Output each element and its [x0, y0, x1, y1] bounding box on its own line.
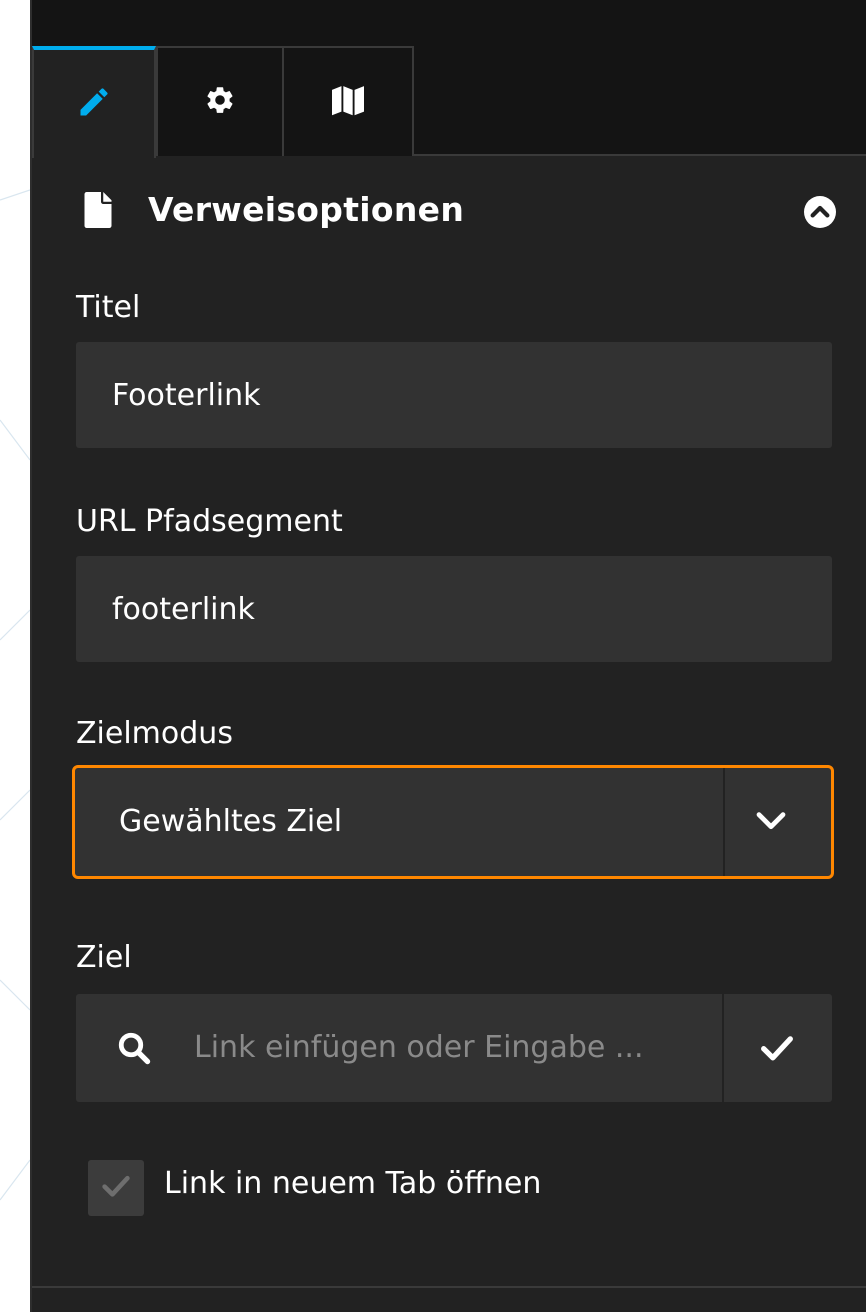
map-icon: [330, 84, 366, 120]
inspector-panel: Verweisoptionen Titel Footerlink URL Pfa…: [30, 0, 866, 1312]
tab-settings[interactable]: [156, 46, 284, 156]
panel-bottom-divider: [32, 1286, 866, 1288]
tab-bar-baseline: [414, 154, 866, 156]
section-header[interactable]: Verweisoptionen: [32, 172, 866, 258]
tab-map[interactable]: [282, 46, 414, 156]
checkmark-icon: [101, 1174, 131, 1202]
search-icon: [116, 1030, 152, 1070]
target-label: Ziel: [76, 940, 132, 975]
title-label: Titel: [76, 290, 141, 325]
target-mode-select[interactable]: Gewähltes Ziel: [72, 765, 834, 879]
tab-edit[interactable]: [32, 46, 156, 158]
chevron-up-circle-icon[interactable]: [804, 196, 836, 232]
tab-bar: [32, 0, 866, 158]
select-divider: [723, 768, 725, 876]
url-segment-input[interactable]: footerlink: [76, 556, 832, 662]
target-mode-label: Zielmodus: [76, 716, 233, 751]
section-title: Verweisoptionen: [148, 190, 465, 229]
pencil-icon: [76, 84, 112, 124]
title-input[interactable]: Footerlink: [76, 342, 832, 448]
url-segment-label: URL Pfadsegment: [76, 504, 343, 539]
check-icon[interactable]: [760, 1034, 794, 1066]
file-icon: [84, 192, 112, 232]
gear-icon: [204, 84, 236, 120]
background-decoration: [0, 189, 30, 1201]
chevron-down-icon[interactable]: [755, 808, 787, 836]
target-mode-value: Gewähltes Ziel: [119, 804, 343, 839]
open-new-tab-checkbox[interactable]: [88, 1160, 144, 1216]
target-placeholder[interactable]: Link einfügen oder Eingabe ...: [194, 1030, 702, 1065]
open-new-tab-label[interactable]: Link in neuem Tab öffnen: [164, 1166, 541, 1201]
target-divider: [722, 994, 724, 1102]
target-input[interactable]: Link einfügen oder Eingabe ...: [76, 994, 832, 1102]
